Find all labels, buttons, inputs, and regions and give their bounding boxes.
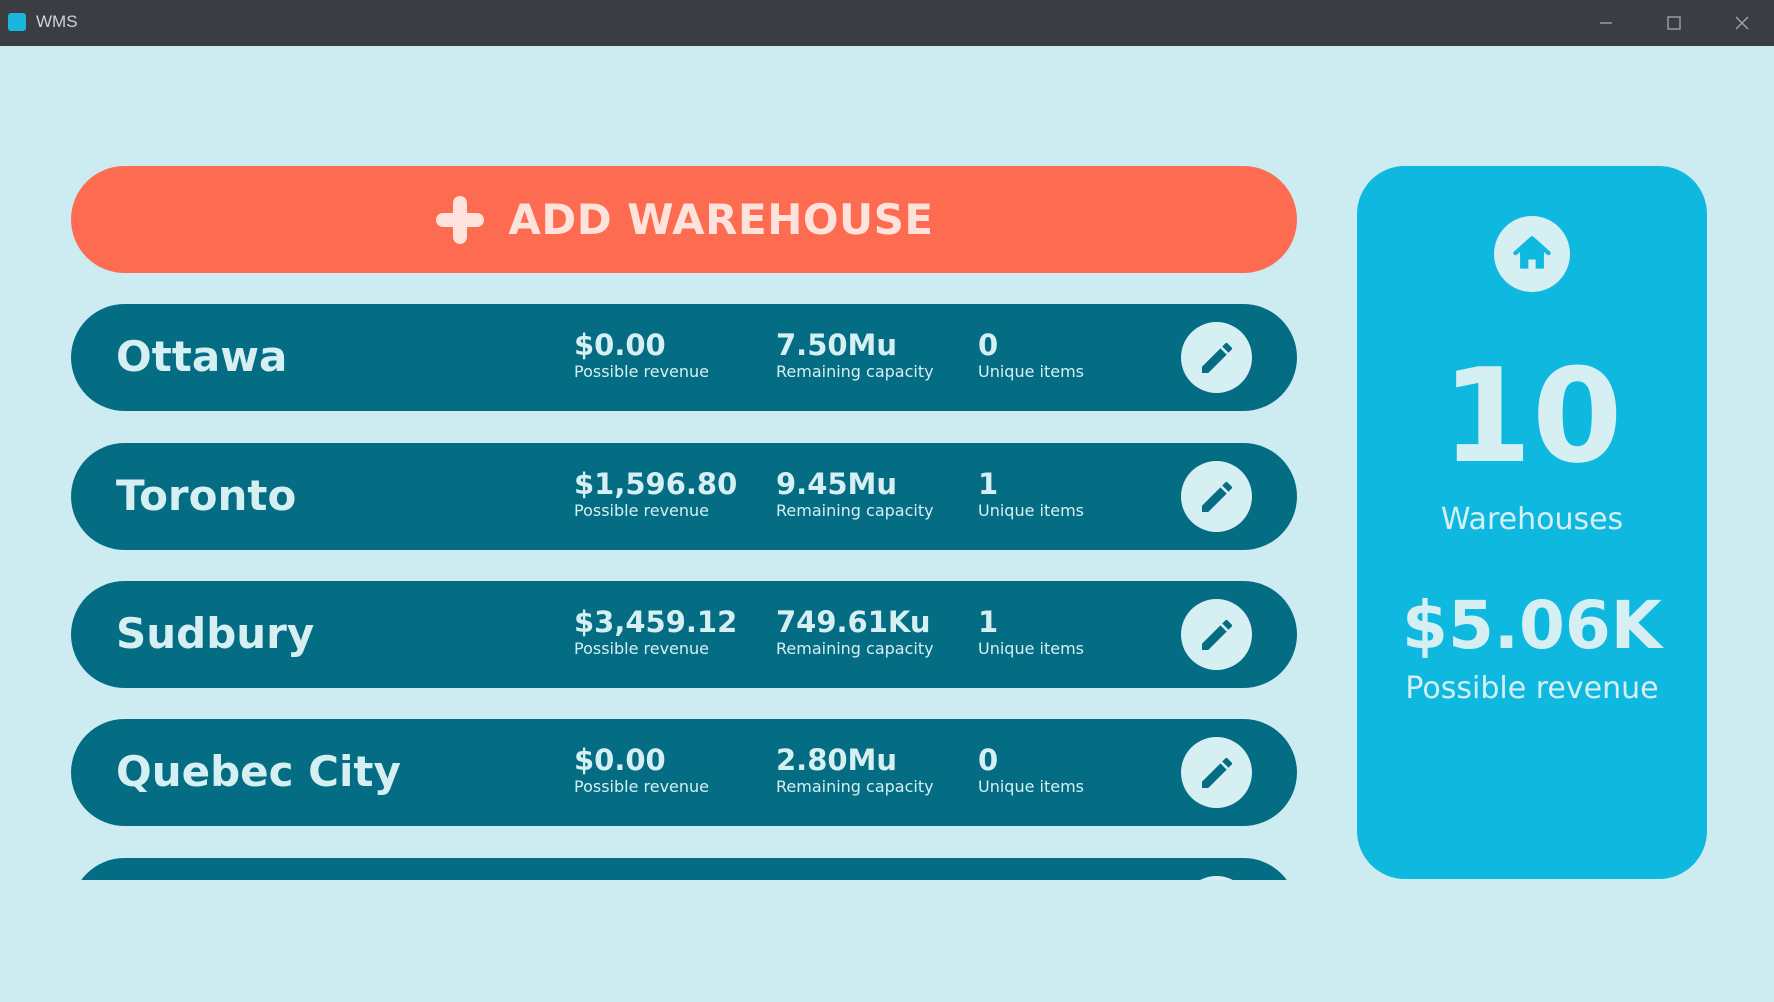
app-icon [8, 13, 26, 31]
revenue-stat: $3,459.12 Possible revenue [574, 605, 737, 659]
revenue-value: $1,596.80 [574, 467, 738, 501]
revenue-label: Possible revenue [574, 639, 710, 658]
items-stat: 0 Unique items [978, 743, 1084, 797]
window-title: WMS [36, 12, 78, 31]
pencil-icon [1201, 342, 1232, 373]
minimize-icon [1600, 22, 1612, 24]
plus-icon [436, 195, 485, 244]
edit-button[interactable] [1181, 599, 1252, 670]
pencil-icon [1201, 481, 1232, 512]
warehouse-list[interactable]: Ottawa $0.00 Possible revenue 7.50Mu Rem… [71, 304, 1297, 880]
items-stat: 0 Unique items [978, 328, 1084, 382]
capacity-stat: 7.50Mu Remaining capacity [776, 328, 934, 382]
items-value: 1 [978, 605, 999, 639]
items-label: Unique items [978, 639, 1085, 658]
edit-button[interactable] [1181, 737, 1252, 808]
capacity-value: 9.45Mu [776, 467, 898, 501]
minimize-button[interactable] [1576, 0, 1636, 46]
capacity-value: 7.50Mu [776, 328, 898, 362]
summary-panel: 10 Warehouses $5.06K Possible revenue [1357, 166, 1707, 879]
add-warehouse-button[interactable]: ADD WAREHOUSE [71, 166, 1297, 273]
warehouse-name: Sudbury [116, 609, 315, 658]
warehouse-count-label: Warehouses [1440, 502, 1624, 537]
pencil-icon [1201, 757, 1232, 788]
warehouse-row[interactable]: Quebec City $0.00 Possible revenue 2.80M… [71, 719, 1297, 826]
close-icon [1735, 16, 1749, 30]
title-bar: WMS [0, 0, 1774, 46]
revenue-label: Possible revenue [574, 362, 710, 381]
total-revenue: $5.06K [1402, 587, 1662, 664]
warehouse-row[interactable]: Toronto $1,596.80 Possible revenue 9.45M… [71, 443, 1297, 550]
revenue-stat: $0.00 Possible revenue [574, 743, 709, 797]
items-label: Unique items [978, 362, 1085, 381]
revenue-stat: $1,596.80 Possible revenue [574, 467, 737, 521]
capacity-label: Remaining capacity [776, 639, 934, 658]
capacity-value: 2.80Mu [776, 743, 898, 777]
items-label: Unique items [978, 501, 1085, 520]
revenue-stat: $0.00 Possible revenue [574, 328, 709, 382]
capacity-label: Remaining capacity [776, 501, 934, 520]
warehouse-count: 10 [1441, 340, 1623, 492]
items-stat: 1 Unique items [978, 605, 1084, 659]
items-stat: 1 Unique items [978, 467, 1084, 521]
warehouse-row[interactable]: Sudbury $3,459.12 Possible revenue 749.6… [71, 581, 1297, 688]
capacity-label: Remaining capacity [776, 362, 934, 381]
capacity-value: 749.61Ku [776, 605, 931, 639]
total-revenue-label: Possible revenue [1405, 671, 1659, 706]
home-button[interactable] [1494, 216, 1570, 292]
add-warehouse-label: ADD WAREHOUSE [508, 195, 934, 244]
revenue-value: $0.00 [574, 743, 666, 777]
items-value: 1 [978, 467, 999, 501]
warehouse-name: Toronto [116, 471, 297, 520]
edit-button[interactable] [1181, 876, 1252, 880]
home-icon [1513, 236, 1551, 269]
items-value: 0 [978, 328, 999, 362]
capacity-stat: 9.45Mu Remaining capacity [776, 467, 934, 521]
maximize-icon [1667, 16, 1681, 30]
revenue-label: Possible revenue [574, 501, 710, 520]
close-button[interactable] [1712, 0, 1772, 46]
warehouse-row[interactable]: Ottawa $0.00 Possible revenue 7.50Mu Rem… [71, 304, 1297, 411]
revenue-value: $0.00 [574, 328, 666, 362]
items-label: Unique items [978, 777, 1085, 796]
items-value: 0 [978, 743, 999, 777]
capacity-stat: 749.61Ku Remaining capacity [776, 605, 934, 659]
revenue-value: $3,459.12 [574, 605, 738, 639]
warehouse-name: Quebec City [116, 747, 401, 796]
revenue-label: Possible revenue [574, 777, 710, 796]
capacity-label: Remaining capacity [776, 777, 934, 796]
pencil-icon [1201, 619, 1232, 650]
warehouse-name: Ottawa [116, 332, 288, 381]
warehouse-row[interactable] [71, 858, 1297, 880]
edit-button[interactable] [1181, 461, 1252, 532]
edit-button[interactable] [1181, 322, 1252, 393]
maximize-button[interactable] [1644, 0, 1704, 46]
capacity-stat: 2.80Mu Remaining capacity [776, 743, 934, 797]
